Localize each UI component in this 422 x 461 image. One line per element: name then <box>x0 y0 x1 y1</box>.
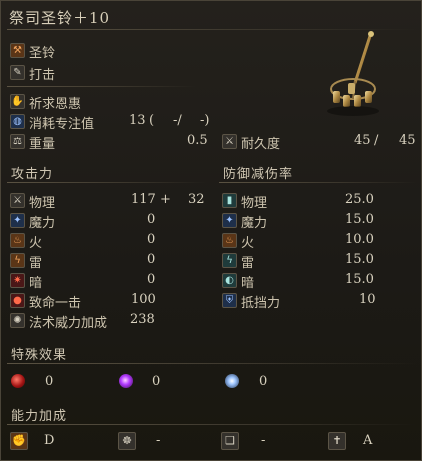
weapon-name: 祭司圣铃＋10 <box>9 9 111 27</box>
attack-label: 火 <box>29 236 43 251</box>
scaling-header: 能力加成 <box>11 409 68 424</box>
fp-cost-open: ( <box>149 113 155 128</box>
scaling-value: A <box>363 433 373 448</box>
attack-label: 暗 <box>29 276 43 291</box>
fp-cost-base: 13 <box>129 113 146 128</box>
spell-buff-icon: ✺ <box>10 313 25 328</box>
durability-current: 45 <box>354 133 371 148</box>
dark-defense-icon: ◐ <box>222 273 237 288</box>
attack-type: 打击 <box>29 68 56 83</box>
attack-label: 物理 <box>29 196 56 211</box>
effect-value: 0 <box>259 374 268 389</box>
fp-cost-a: -/ <box>173 113 182 128</box>
weight-icon: ⚖ <box>10 134 25 149</box>
defense-label: 暗 <box>241 276 255 291</box>
attack-value: 238 <box>130 312 155 327</box>
attack-value: 100 <box>131 292 156 307</box>
attack-value: 117 <box>131 192 156 207</box>
effect-value: 0 <box>152 374 161 389</box>
strength-icon: ✊ <box>10 432 28 450</box>
defense-value: 25.0 <box>345 192 374 207</box>
bleed-icon <box>11 374 25 388</box>
critical-icon: ● <box>10 293 25 308</box>
weapon-type-icon: ⚒ <box>10 43 25 58</box>
attack-value: 0 <box>147 212 156 227</box>
attack-value: 0 <box>147 252 156 267</box>
divider <box>7 182 207 183</box>
attack-label: 法术威力加成 <box>29 316 108 331</box>
fp-cost-label: 消耗专注值 <box>29 117 95 132</box>
attack-value: 0 <box>147 272 156 287</box>
weapon-type: 圣铃 <box>29 46 56 61</box>
durability-max: 45 <box>399 133 416 148</box>
effects-header: 特殊效果 <box>11 348 68 363</box>
magic-attack-icon: ✦ <box>10 213 25 228</box>
attack-label: 雷 <box>29 256 43 271</box>
fp-cost-icon: ◍ <box>10 114 25 129</box>
scaling-value: - <box>156 433 161 448</box>
attack-label: 魔力 <box>29 216 56 231</box>
attack-plus: + <box>160 192 171 207</box>
defense-value: 15.0 <box>345 252 374 267</box>
intelligence-icon: ❑ <box>221 432 239 450</box>
defense-label: 火 <box>241 236 255 251</box>
fire-attack-icon: ♨ <box>10 233 25 248</box>
attack-header: 攻击力 <box>11 167 54 182</box>
defense-value: 10 <box>359 292 376 307</box>
dexterity-icon: ☸ <box>118 432 136 450</box>
durability-icon: ⚔ <box>222 134 237 149</box>
spell-type-icon: ✋ <box>10 94 25 109</box>
lightning-defense-icon: ϟ <box>222 253 237 268</box>
durability-sep: / <box>374 133 379 148</box>
physical-attack-icon: ⚔ <box>10 193 25 208</box>
lightning-attack-icon: ϟ <box>10 253 25 268</box>
divider <box>7 86 197 87</box>
physical-defense-icon: ▮ <box>222 193 237 208</box>
defense-value: 15.0 <box>345 212 374 227</box>
defense-label: 抵挡力 <box>241 296 281 311</box>
defense-value: 10.0 <box>345 232 374 247</box>
durability-label: 耐久度 <box>241 137 281 152</box>
defense-header: 防御减伤率 <box>223 167 294 182</box>
attack-type-icon: ✎ <box>10 65 25 80</box>
spell-type: 祈求恩惠 <box>29 97 82 112</box>
defense-label: 魔力 <box>241 216 268 231</box>
dark-attack-icon: ✷ <box>10 273 25 288</box>
effect-value: 0 <box>45 374 54 389</box>
faith-icon: ✝ <box>328 432 346 450</box>
divider <box>219 182 417 183</box>
defense-label: 物理 <box>241 196 268 211</box>
magic-defense-icon: ✦ <box>222 213 237 228</box>
guard-stability-icon: ⛨ <box>222 293 237 308</box>
attack-bonus: 32 <box>188 192 205 207</box>
attack-label: 致命一击 <box>29 296 82 311</box>
scaling-value: - <box>261 433 266 448</box>
weight-value: 0.5 <box>187 133 208 148</box>
fp-cost-b: -) <box>200 113 210 128</box>
divider <box>7 424 417 425</box>
defense-label: 雷 <box>241 256 255 271</box>
weapon-stats-panel: 祭司圣铃＋10 ⚒ 圣铃 ✎ 打击 ✋ 祈求恩惠 ◍ 消耗专注值 13 ( -/… <box>0 0 422 461</box>
fire-defense-icon: ♨ <box>222 233 237 248</box>
poison-icon <box>119 374 133 388</box>
scaling-value: D <box>44 433 55 448</box>
attack-value: 0 <box>147 232 156 247</box>
weapon-image <box>327 31 379 116</box>
divider <box>7 363 417 364</box>
frost-icon <box>225 374 239 388</box>
weight-label: 重量 <box>29 137 56 152</box>
defense-value: 15.0 <box>345 272 374 287</box>
